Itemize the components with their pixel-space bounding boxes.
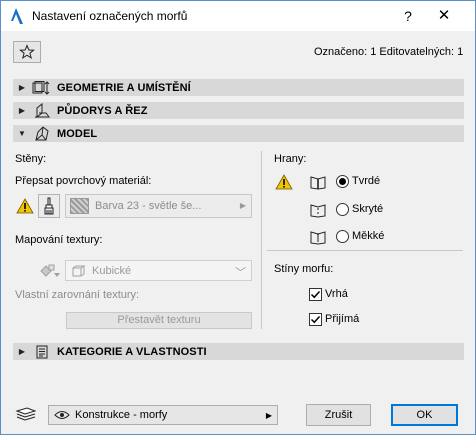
layer-select[interactable]: Konstrukce - morfy ▶ xyxy=(48,405,278,425)
section-geometry[interactable]: ▶ GEOMETRIE A UMÍSTĚNÍ xyxy=(13,79,464,96)
title-bar: Nastavení označených morfů ? ✕ xyxy=(1,1,475,31)
receive-shadow-label[interactable]: Přijímá xyxy=(325,313,359,325)
favorites-button[interactable] xyxy=(13,41,41,63)
chevron-down-icon: ﹀ xyxy=(235,267,246,279)
help-button[interactable]: ? xyxy=(393,6,423,26)
edge-hard-icon xyxy=(310,176,326,190)
chevron-right-icon: ▶ xyxy=(265,411,272,420)
edges-soft-label[interactable]: Měkké xyxy=(352,230,384,242)
archicad-icon xyxy=(11,8,23,24)
settings-dialog: Nastavení označených morfů ? ✕ Označeno:… xyxy=(0,0,476,435)
close-button[interactable]: ✕ xyxy=(429,6,459,26)
brush-icon xyxy=(44,197,54,215)
texture-swatch-icon xyxy=(70,198,89,214)
model-icon xyxy=(35,126,49,141)
cast-shadow-checkbox[interactable] xyxy=(309,288,322,301)
eye-icon xyxy=(54,411,70,419)
plan-icon xyxy=(35,103,50,118)
section-title: PŮDORYS A ŘEZ xyxy=(57,104,148,117)
texture-mapping-label: Mapování textury: xyxy=(15,234,103,246)
edges-hidden-radio[interactable] xyxy=(336,203,349,216)
walls-label: Stěny: xyxy=(15,153,47,165)
warning-icon xyxy=(275,174,293,190)
edge-soft-icon xyxy=(310,231,326,245)
section-model[interactable]: ▼ MODEL xyxy=(13,125,464,142)
layer-value: Konstrukce - morfy xyxy=(75,409,168,421)
custom-texture-alignment-label: Vlastní zarovnání textury: xyxy=(15,289,140,301)
window-title: Nastavení označených morfů xyxy=(32,9,188,23)
expand-arrow-icon: ▶ xyxy=(18,83,26,92)
geometry-icon xyxy=(32,80,50,95)
expand-arrow-icon: ▶ xyxy=(18,347,26,356)
section-title: KATEGORIE A VLASTNOSTI xyxy=(57,345,207,358)
receive-shadow-checkbox[interactable] xyxy=(309,313,322,326)
edges-shadows-divider xyxy=(267,250,463,251)
chevron-right-icon: ▶ xyxy=(239,201,246,210)
edges-label: Hrany: xyxy=(274,153,307,165)
mapping-value: Kubické xyxy=(92,264,132,277)
shadows-label: Stíny morfu: xyxy=(274,263,334,275)
section-title: GEOMETRIE A UMÍSTĚNÍ xyxy=(57,81,191,94)
section-plan-section[interactable]: ▶ PŮDORYS A ŘEZ xyxy=(13,102,464,119)
edges-soft-radio[interactable] xyxy=(336,230,349,243)
category-icon xyxy=(36,345,48,358)
edges-hard-radio[interactable] xyxy=(336,175,349,188)
edge-hidden-icon xyxy=(310,204,326,218)
checkmark-icon xyxy=(310,315,321,324)
surface-material-picker[interactable]: Barva 23 - světle še... ▶ xyxy=(65,194,252,218)
mapping-icon xyxy=(40,264,60,277)
cast-shadow-label[interactable]: Vrhá xyxy=(325,288,348,300)
material-value: Barva 23 - světle še... xyxy=(95,200,202,212)
layer-stack-icon xyxy=(15,407,37,421)
section-title: MODEL xyxy=(57,127,98,140)
texture-mapping-select[interactable]: Kubické ﹀ xyxy=(65,260,252,281)
expand-arrow-icon: ▶ xyxy=(18,106,26,115)
column-divider xyxy=(261,151,262,329)
warning-icon xyxy=(16,198,34,214)
edges-hidden-label[interactable]: Skryté xyxy=(352,203,383,215)
cancel-button[interactable]: Zrušit xyxy=(306,404,371,426)
override-material-toggle[interactable] xyxy=(38,194,60,218)
collapse-arrow-icon: ▼ xyxy=(18,129,26,138)
cube-icon xyxy=(72,265,86,276)
selection-count: Označeno: 1 Editovatelných: 1 xyxy=(314,46,464,58)
checkmark-icon xyxy=(310,290,321,299)
rebuild-texture-button[interactable]: Přestavět texturu xyxy=(66,312,252,329)
star-icon xyxy=(19,44,35,60)
edges-hard-label[interactable]: Tvrdé xyxy=(352,175,380,187)
override-material-label: Přepsat povrchový materiál: xyxy=(15,175,152,187)
section-category-properties[interactable]: ▶ KATEGORIE A VLASTNOSTI xyxy=(13,343,464,360)
ok-button[interactable]: OK xyxy=(391,404,458,426)
